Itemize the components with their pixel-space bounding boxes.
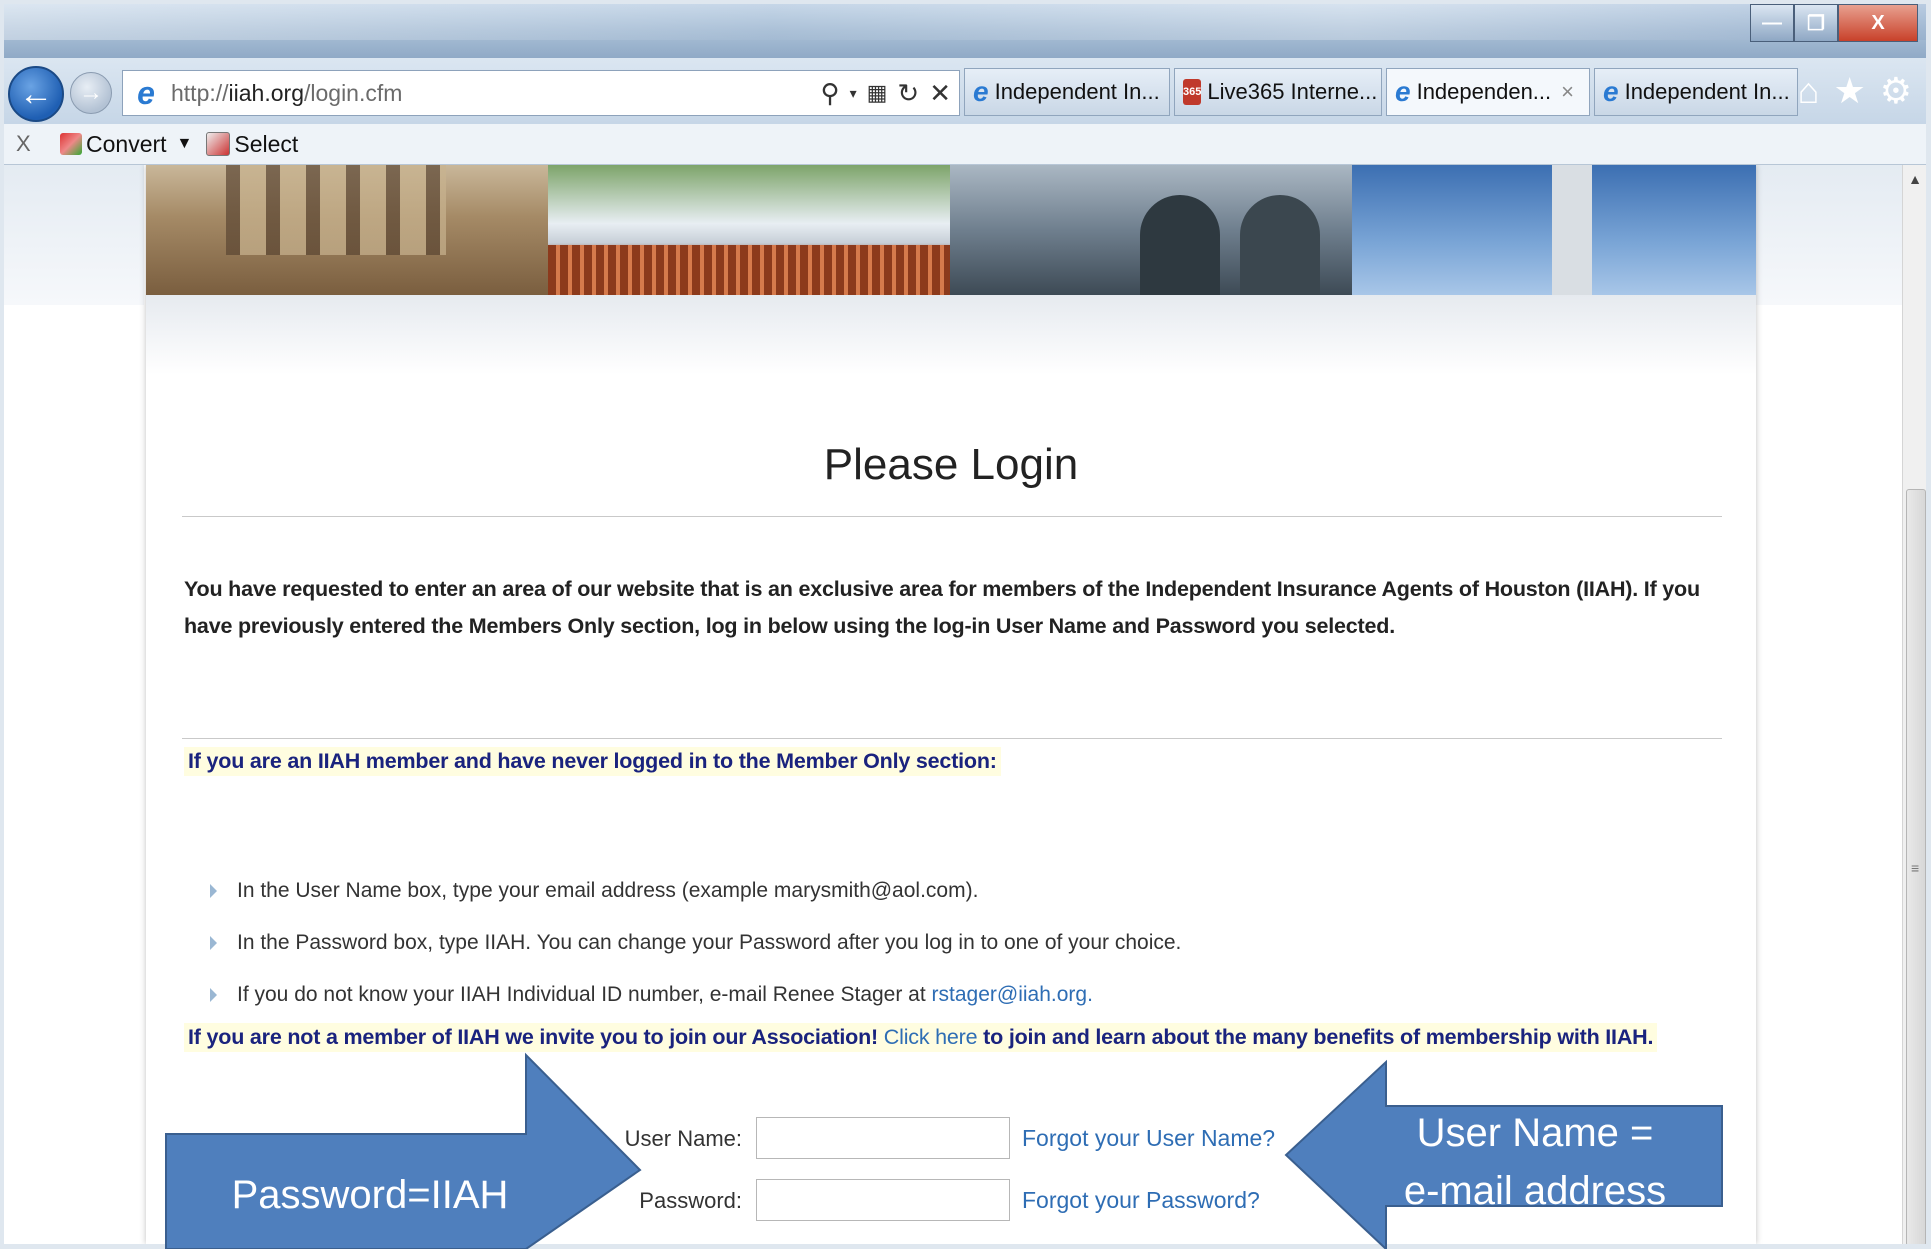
right-callout-text: User Name = e-mail address (1403, 1111, 1667, 1213)
left-callout-arrow (165, 1052, 642, 1249)
left-callout-text: Password=IIAH (231, 1173, 509, 1217)
annotation-overlay (165, 1052, 1723, 1249)
